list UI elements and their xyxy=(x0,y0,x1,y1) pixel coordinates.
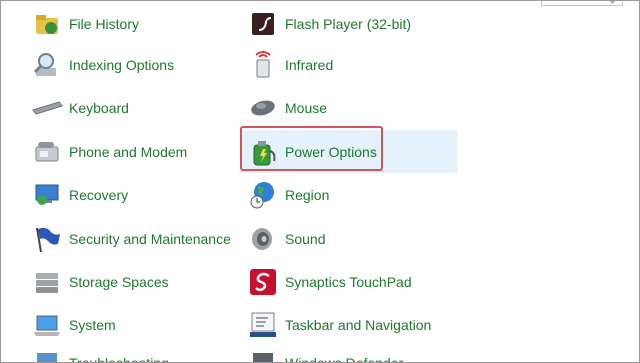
troubleshooting-icon xyxy=(31,347,63,362)
item-windows-defender[interactable]: Windows Defender xyxy=(247,345,404,363)
item-file-history[interactable]: File History xyxy=(31,6,139,42)
item-mouse[interactable]: Mouse xyxy=(247,90,327,126)
dropdown-caret-icon xyxy=(607,1,618,4)
speaker-icon xyxy=(247,223,279,255)
phone-modem-icon xyxy=(31,136,63,168)
file-history-icon xyxy=(31,8,63,40)
highlight-box xyxy=(240,126,383,171)
item-label: Mouse xyxy=(285,100,328,116)
recovery-icon xyxy=(31,179,63,211)
search-box-edge[interactable] xyxy=(541,1,623,6)
keyboard-icon xyxy=(31,92,63,124)
item-recovery[interactable]: Recovery xyxy=(31,177,128,213)
item-label: Recovery xyxy=(69,187,129,203)
item-label: Region xyxy=(285,187,330,203)
item-label: File History xyxy=(69,16,140,32)
item-label: Security and Maintenance xyxy=(69,231,231,247)
item-troubleshooting[interactable]: Troubleshooting xyxy=(31,345,169,363)
item-keyboard[interactable]: Keyboard xyxy=(31,90,129,126)
item-label: Flash Player (32-bit) xyxy=(285,16,412,32)
item-label: Infrared xyxy=(285,57,334,73)
indexing-options-icon xyxy=(31,49,63,81)
item-phone-and-modem[interactable]: Phone and Modem xyxy=(31,134,187,170)
item-label: System xyxy=(69,317,116,333)
security-flag-icon xyxy=(31,223,63,255)
windows-defender-icon xyxy=(247,347,279,362)
item-synaptics-touchpad[interactable]: Synaptics TouchPad xyxy=(247,264,412,300)
item-label: Indexing Options xyxy=(69,57,175,73)
item-indexing-options[interactable]: Indexing Options xyxy=(31,47,174,83)
mouse-icon xyxy=(247,92,279,124)
system-laptop-icon xyxy=(31,309,63,341)
item-label: Sound xyxy=(285,231,326,247)
control-panel-window: File History Indexing Options Keyboard P… xyxy=(0,0,640,363)
item-sound[interactable]: Sound xyxy=(247,221,325,257)
item-label: Taskbar and Navigation xyxy=(285,317,432,333)
storage-spaces-icon xyxy=(31,266,63,298)
item-label: Windows Defender xyxy=(285,355,404,363)
infrared-icon xyxy=(247,49,279,81)
item-label: Phone and Modem xyxy=(69,144,188,160)
item-infrared[interactable]: Infrared xyxy=(247,47,333,83)
item-label: Troubleshooting xyxy=(69,355,169,363)
item-system[interactable]: System xyxy=(31,307,116,343)
item-label: Keyboard xyxy=(69,100,129,116)
region-globe-icon xyxy=(247,179,279,211)
item-flash-player[interactable]: Flash Player (32-bit) xyxy=(247,6,411,42)
taskbar-icon xyxy=(247,309,279,341)
flash-player-icon xyxy=(247,8,279,40)
synaptics-icon xyxy=(247,266,279,298)
item-security-and-maintenance[interactable]: Security and Maintenance xyxy=(31,221,231,257)
item-label: Storage Spaces xyxy=(69,274,169,290)
item-taskbar-and-navigation[interactable]: Taskbar and Navigation xyxy=(247,307,431,343)
item-region[interactable]: Region xyxy=(247,177,329,213)
item-storage-spaces[interactable]: Storage Spaces xyxy=(31,264,169,300)
item-label: Synaptics TouchPad xyxy=(285,274,412,290)
